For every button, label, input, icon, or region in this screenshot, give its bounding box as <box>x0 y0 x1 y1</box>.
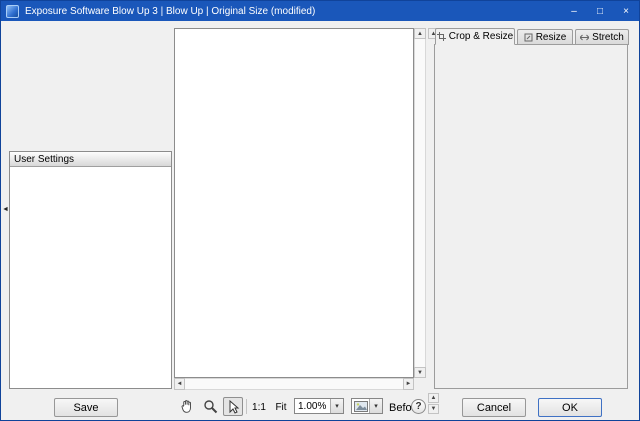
one-to-one-zoom-button[interactable]: 1:1 <box>250 400 268 414</box>
preview-mode-select[interactable]: ▾ <box>351 398 383 414</box>
crop-resize-panel <box>434 44 628 389</box>
canvas-horizontal-scrollbar[interactable] <box>174 378 414 390</box>
user-settings-header[interactable]: User Settings <box>10 152 171 167</box>
title-bar[interactable]: Exposure Software Blow Up 3 | Blow Up | … <box>1 1 639 21</box>
stretch-tab-icon <box>580 33 589 42</box>
dropdown-arrow-icon: ▾ <box>369 399 382 413</box>
dropdown-arrow-icon: ▾ <box>330 399 343 413</box>
arrow-tool-button[interactable] <box>223 397 243 416</box>
save-button[interactable]: Save <box>54 398 118 417</box>
canvas-scroll-up-icon[interactable]: ▲ <box>414 28 426 39</box>
close-button[interactable]: × <box>613 1 639 21</box>
cursor-arrow-icon <box>226 400 240 414</box>
user-settings-list[interactable]: User Settings <box>9 151 172 389</box>
toolbar-divider <box>246 399 247 414</box>
ok-button[interactable]: OK <box>538 398 602 417</box>
zoom-tool-button[interactable] <box>200 397 220 416</box>
app-icon <box>6 5 19 18</box>
zoom-level-select[interactable]: 1.00% ▾ <box>294 398 344 414</box>
help-button[interactable]: ? <box>411 399 426 414</box>
preview-image-icon <box>354 401 368 412</box>
window-title: Exposure Software Blow Up 3 | Blow Up | … <box>25 6 315 17</box>
canvas-scroll-right-icon[interactable]: ► <box>403 378 414 390</box>
tab-stretch[interactable]: Stretch <box>575 29 629 45</box>
canvas-vertical-scrollbar[interactable] <box>414 28 426 378</box>
minimize-button[interactable]: – <box>561 1 587 21</box>
blow-up-dialog-window: Exposure Software Blow Up 3 | Blow Up | … <box>0 0 640 421</box>
crop-resize-tab-icon <box>437 32 446 41</box>
preview-canvas[interactable] <box>174 28 414 378</box>
cancel-button[interactable]: Cancel <box>462 398 526 417</box>
panel-scroll-down-icon[interactable]: ▼ <box>428 404 439 414</box>
canvas-scroll-left-icon[interactable]: ◄ <box>174 378 185 390</box>
resize-tab-icon <box>524 33 533 42</box>
tab-crop-resize[interactable]: Crop & Resize <box>435 28 515 45</box>
tab-resize[interactable]: Resize <box>517 29 573 45</box>
maximize-button[interactable]: □ <box>587 1 613 21</box>
panel-scroll-up2-icon[interactable]: ▲ <box>428 393 439 403</box>
fit-zoom-button[interactable]: Fit <box>272 400 290 414</box>
canvas-scroll-down-icon[interactable]: ▼ <box>414 367 426 378</box>
hand-icon <box>180 399 195 414</box>
hand-tool-button[interactable] <box>177 397 197 416</box>
magnifier-icon <box>203 399 218 414</box>
